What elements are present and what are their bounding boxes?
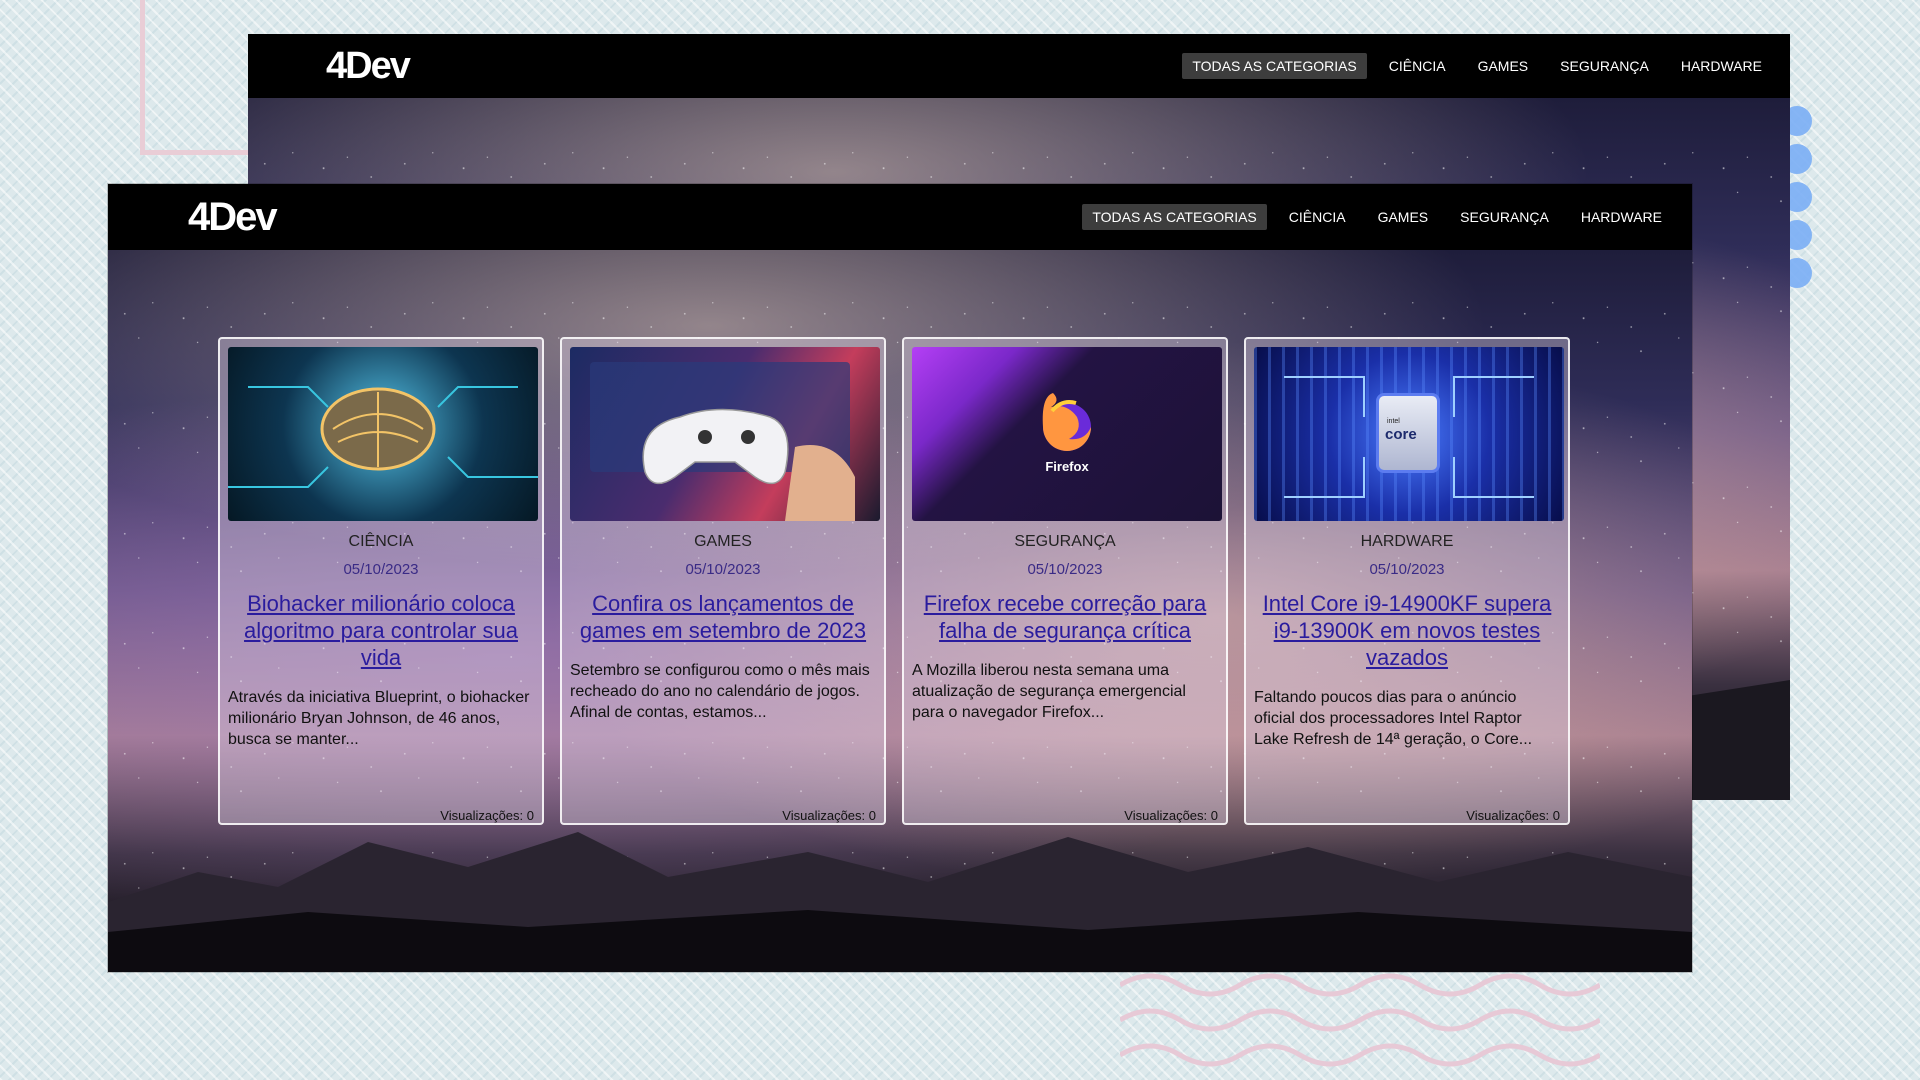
core-label: core [1385,426,1417,443]
brain-circuit-illustration [228,386,538,488]
nav-item-seguranca[interactable]: SEGURANÇA [1450,204,1559,230]
nav-item-all-categories[interactable]: TODAS AS CATEGORIAS [1082,204,1267,230]
site-logo[interactable]: 4Dev [326,45,411,88]
post-category: GAMES [694,533,752,550]
controller-illustration [590,362,855,521]
nav-item-games[interactable]: GAMES [1368,204,1439,230]
post-card: CIÊNCIA 05/10/2023 Biohacker milionário … [218,337,544,825]
post-card: Firefox SEGURANÇA 05/10/2023 Firefox rec… [902,337,1228,825]
post-views: Visualizações: 0 [782,808,876,823]
post-title-link[interactable]: Intel Core i9-14900KF supera i9-13900K e… [1254,590,1560,671]
post-title-link[interactable]: Confira os lançamentos de games em setem… [570,590,876,644]
post-excerpt: A Mozilla liberou nesta semana uma atual… [912,662,1186,721]
intel-label: intel [1387,418,1400,425]
site-logo[interactable]: 4Dev [188,195,278,240]
post-thumbnail-game-controller[interactable] [570,347,880,521]
top-navbar: 4Dev TODAS AS CATEGORIAS CIÊNCIA GAMES S… [108,184,1692,250]
post-date: 05/10/2023 [343,561,419,578]
nav-item-ciencia[interactable]: CIÊNCIA [1379,53,1456,79]
post-thumbnail-intel-core[interactable]: intel core [1254,347,1564,521]
post-date: 05/10/2023 [1369,561,1445,578]
top-navbar: 4Dev TODAS AS CATEGORIAS CIÊNCIA GAMES S… [248,34,1790,98]
post-date: 05/10/2023 [685,561,761,578]
post-card-list: CIÊNCIA 05/10/2023 Biohacker milionário … [218,337,1570,825]
post-card: intel core HARDWARE 05/10/2023 Intel Cor… [1244,337,1570,825]
post-views: Visualizações: 0 [440,808,534,823]
post-title-link[interactable]: Biohacker milionário coloca algoritmo pa… [228,590,534,671]
decorative-waves [1120,973,1600,1067]
nav-item-all-categories[interactable]: TODAS AS CATEGORIAS [1182,53,1367,79]
nav-item-hardware[interactable]: HARDWARE [1671,53,1772,79]
post-views: Visualizações: 0 [1124,808,1218,823]
nav-item-games[interactable]: GAMES [1468,53,1539,79]
post-card: GAMES 05/10/2023 Confira os lançamentos … [560,337,886,825]
post-views: Visualizações: 0 [1466,808,1560,823]
post-category: CIÊNCIA [348,533,414,550]
firefox-wordmark: Firefox [1045,459,1089,474]
post-category: SEGURANÇA [1014,533,1116,550]
category-menu: TODAS AS CATEGORIAS CIÊNCIA GAMES SEGURA… [1070,204,1672,230]
post-date: 05/10/2023 [1027,561,1103,578]
intel-core-chip-icon: intel core [1376,393,1440,473]
post-thumbnail-firefox[interactable]: Firefox [912,347,1222,521]
post-title-link[interactable]: Firefox recebe correção para falha de se… [912,590,1218,644]
post-excerpt: Setembro se configurou como o mês mais r… [570,662,870,721]
post-excerpt: Faltando poucos dias para o anúncio ofic… [1254,689,1533,748]
post-category: HARDWARE [1360,533,1454,550]
firefox-logo-icon [1042,393,1091,451]
nav-item-hardware[interactable]: HARDWARE [1571,204,1672,230]
nav-item-ciencia[interactable]: CIÊNCIA [1279,204,1356,230]
post-excerpt: Através da iniciativa Blueprint, o bioha… [228,689,530,748]
post-thumbnail-brain-circuit[interactable] [228,347,538,521]
category-menu: TODAS AS CATEGORIAS CIÊNCIA GAMES SEGURA… [1170,53,1772,79]
site-screenshot: 4Dev TODAS AS CATEGORIAS CIÊNCIA GAMES S… [108,184,1692,972]
nav-item-seguranca[interactable]: SEGURANÇA [1550,53,1659,79]
